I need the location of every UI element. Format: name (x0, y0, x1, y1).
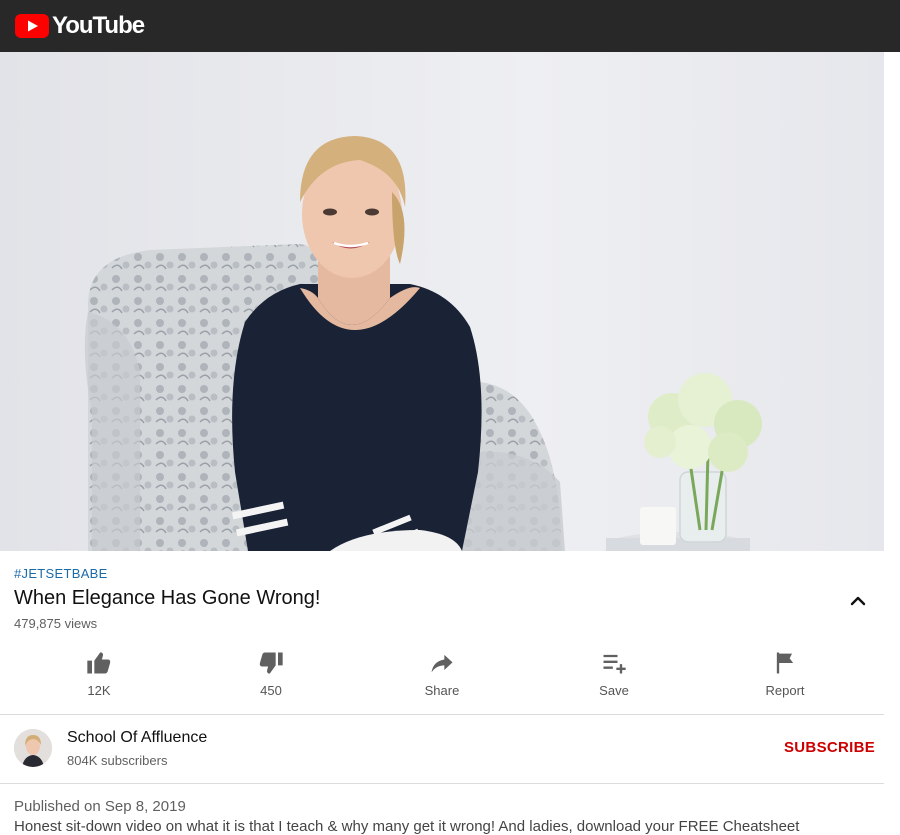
channel-avatar[interactable] (14, 729, 52, 767)
logo-text: YouTube (52, 12, 145, 39)
divider (0, 783, 884, 784)
like-button[interactable]: 12K (49, 647, 149, 711)
dislike-count: 450 (260, 683, 282, 698)
report-button[interactable]: Report (735, 647, 835, 711)
top-app-bar: YouTube (0, 0, 900, 52)
like-count: 12K (87, 683, 111, 698)
video-details: #JETSETBABE When Elegance Has Gone Wrong… (0, 551, 884, 835)
publish-date: Published on Sep 8, 2019 (14, 798, 186, 815)
video-player[interactable] (0, 52, 884, 551)
youtube-logo[interactable]: YouTube (15, 12, 145, 40)
subscriber-count: 804K subscribers (67, 753, 168, 768)
youtube-watch-page: YouTube #JETSETBABE When Elegance Has Go… (0, 0, 900, 835)
thumbs-up-icon (87, 652, 111, 674)
channel-name[interactable]: School Of Affluence (67, 729, 207, 747)
video-frame (0, 52, 884, 551)
share-icon (431, 654, 453, 673)
youtube-play-logo-icon (15, 14, 49, 38)
subscribe-button[interactable]: SUBSCRIBE (784, 739, 875, 756)
video-title: When Elegance Has Gone Wrong! (14, 587, 321, 609)
dislike-button[interactable]: 450 (221, 647, 321, 711)
flag-icon (776, 652, 794, 674)
avatar-image (14, 729, 52, 767)
share-label: Share (424, 683, 460, 698)
save-button[interactable]: Save (564, 647, 664, 711)
share-button[interactable]: Share (392, 647, 492, 711)
video-hashtag[interactable]: #JETSETBABE (14, 566, 108, 581)
chevron-up-icon[interactable] (848, 591, 868, 611)
channel-row: School Of Affluence 804K subscribers SUB… (0, 715, 884, 783)
video-description: Honest sit-down video on what it is that… (14, 818, 800, 835)
action-bar: 12K 450 Share Save Report (0, 647, 884, 711)
report-label: Report (765, 683, 805, 698)
save-label: Save (599, 683, 629, 698)
view-count: 479,875 views (14, 616, 98, 631)
thumbs-down-icon (259, 652, 283, 674)
playlist-add-icon (603, 654, 626, 674)
